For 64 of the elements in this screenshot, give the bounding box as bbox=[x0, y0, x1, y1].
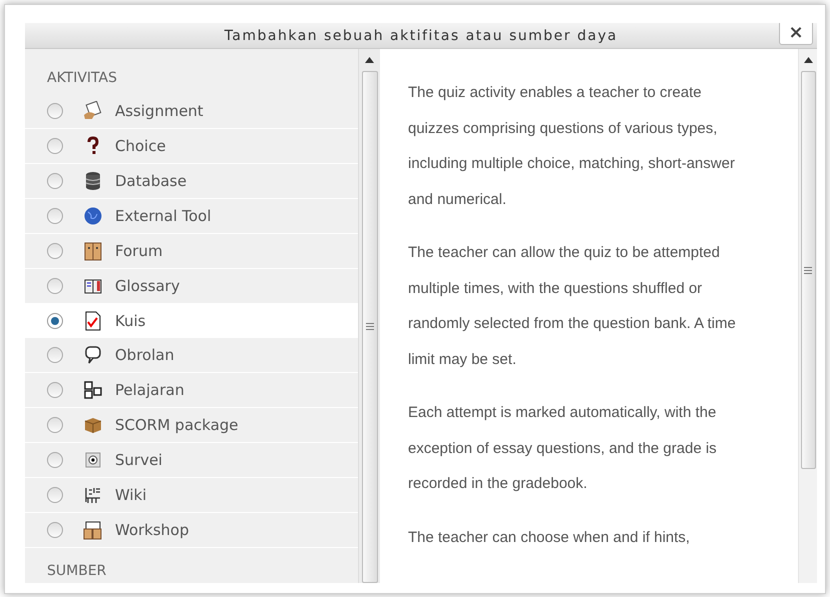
scroll-up-icon[interactable] bbox=[365, 57, 374, 63]
activity-option[interactable]: Choice bbox=[25, 129, 358, 163]
radio-button[interactable] bbox=[47, 103, 63, 119]
document-hand-icon bbox=[83, 101, 103, 121]
speech-bubble-icon bbox=[83, 345, 103, 365]
section-heading: AKTIVITAS bbox=[46, 71, 118, 85]
scroll-up-icon[interactable] bbox=[804, 57, 812, 63]
description-paragraph: Each attempt is marked automatically, with the exception of essay questions, and the grade is recorded in the gradebook. bbox=[408, 403, 718, 494]
target-icon bbox=[83, 450, 103, 470]
option-label: Kuis bbox=[115, 310, 146, 332]
activity-option[interactable]: Survei bbox=[25, 443, 358, 477]
option-label: Obrolan bbox=[115, 344, 174, 366]
radio-button[interactable] bbox=[47, 278, 63, 294]
radio-button[interactable] bbox=[47, 347, 63, 363]
grip-icon bbox=[804, 266, 812, 274]
grip-icon bbox=[366, 323, 374, 330]
option-label: Pelajaran bbox=[115, 380, 184, 401]
radio-button[interactable] bbox=[47, 173, 63, 189]
activity-option[interactable]: Obrolan bbox=[25, 338, 358, 372]
option-label: Survei bbox=[115, 450, 162, 471]
activity-option[interactable]: Wiki bbox=[25, 478, 358, 512]
radio-button[interactable] bbox=[47, 208, 63, 224]
activity-option[interactable]: Pelajaran bbox=[25, 373, 358, 407]
radio-button[interactable] bbox=[47, 313, 63, 329]
glyph-grid-icon bbox=[83, 485, 103, 505]
scrollbar[interactable] bbox=[798, 49, 817, 583]
scrollbar[interactable] bbox=[358, 49, 380, 583]
checkmark-document-icon bbox=[83, 311, 103, 331]
activity-option[interactable]: Forum bbox=[25, 234, 358, 268]
description-paragraph: The teacher can choose when and if hints, bbox=[408, 528, 691, 548]
scrollbar-thumb[interactable] bbox=[800, 71, 816, 469]
radio-button[interactable] bbox=[47, 417, 63, 433]
radio-button[interactable] bbox=[47, 138, 63, 154]
description-paragraph: The teacher can allow the quiz to be attempted multiple times, with the questions shuffled or randomly selected from the question bank. A time limit may be set. bbox=[408, 243, 737, 370]
option-label: Wiki bbox=[115, 484, 147, 506]
dialog-title: Tambahkan sebuah aktifitas atau sumber daya bbox=[224, 28, 618, 42]
description-paragraph: The quiz activity enables a teacher to create quizzes comprising questions of various types, including multiple choice, matching, short-answer and numerical. bbox=[408, 83, 736, 210]
option-label: Choice bbox=[115, 136, 166, 157]
option-label: Forum bbox=[115, 240, 163, 262]
radio-button[interactable] bbox=[47, 452, 63, 468]
close-button[interactable]: × bbox=[779, 23, 813, 45]
radio-button[interactable] bbox=[47, 382, 63, 398]
option-label: Assignment bbox=[115, 100, 204, 122]
scrollbar-thumb[interactable] bbox=[362, 70, 378, 583]
globe-icon bbox=[83, 206, 103, 226]
activity-option[interactable]: Database bbox=[25, 164, 358, 198]
option-label: Glossary bbox=[115, 276, 180, 297]
activity-option[interactable]: SCORM package bbox=[25, 408, 358, 442]
database-icon bbox=[83, 171, 103, 191]
activity-option[interactable]: Workshop bbox=[25, 513, 358, 547]
boxes-diagram-icon bbox=[83, 380, 103, 400]
section-heading: SUMBER bbox=[46, 564, 108, 578]
activity-option[interactable]: External Tool bbox=[25, 199, 358, 233]
activity-option[interactable]: Assignment bbox=[25, 94, 358, 128]
activity-option[interactable]: Glossary bbox=[25, 269, 358, 303]
option-label: Database bbox=[115, 170, 187, 192]
activity-option[interactable]: Kuis bbox=[25, 304, 358, 338]
option-label: SCORM package bbox=[115, 414, 238, 436]
radio-button[interactable] bbox=[47, 243, 63, 259]
radio-button[interactable] bbox=[47, 487, 63, 503]
option-label: External Tool bbox=[115, 206, 212, 227]
cardboard-box-icon bbox=[83, 415, 103, 435]
option-label: Workshop bbox=[115, 520, 190, 541]
radio-button[interactable] bbox=[47, 522, 63, 538]
